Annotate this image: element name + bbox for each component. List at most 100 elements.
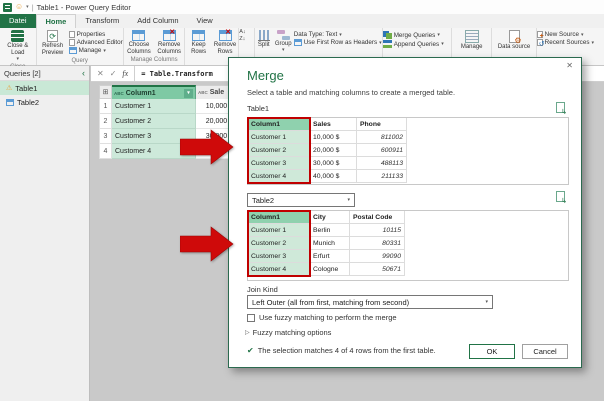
tab-view[interactable]: View bbox=[188, 14, 222, 28]
row-number: 1 bbox=[99, 99, 112, 114]
remove-rows-button[interactable]: Remove Rows bbox=[212, 29, 238, 56]
recent-sources-icon bbox=[536, 39, 545, 48]
table1-column-header[interactable]: Phone bbox=[357, 118, 407, 131]
ribbon-tab-bar: Datei Home Transform Add Column View bbox=[0, 14, 604, 28]
table1-cell[interactable]: 811002 bbox=[357, 131, 407, 144]
remove-rows-label: Remove Rows bbox=[213, 42, 237, 55]
table2-cell[interactable]: 99090 bbox=[350, 250, 405, 263]
close-and-load-button[interactable]: Close & Load ▾ bbox=[0, 29, 36, 63]
group-by-button[interactable]: Group ▾ bbox=[273, 29, 294, 54]
table-row[interactable]: 1 Customer 1 10,000 $ bbox=[99, 99, 236, 114]
new-source-label: New Source bbox=[544, 31, 579, 38]
table2-column-header[interactable]: City bbox=[310, 211, 350, 224]
sort-ascending-button[interactable]: A↓ bbox=[239, 29, 245, 36]
remove-columns-button[interactable]: Remove Columns bbox=[154, 29, 184, 56]
tab-add-column[interactable]: Add Column bbox=[128, 14, 187, 28]
tab-transform[interactable]: Transform bbox=[76, 14, 128, 28]
append-queries-button[interactable]: Append Queries ▾ bbox=[382, 40, 444, 48]
tab-home[interactable]: Home bbox=[35, 14, 77, 28]
manage-parameters-button[interactable]: Manage bbox=[452, 29, 491, 51]
table2-cell[interactable]: 50671 bbox=[350, 263, 405, 276]
properties-icon bbox=[68, 31, 75, 38]
data-preview-icon[interactable] bbox=[556, 102, 567, 116]
table1-cell[interactable]: Customer 3 bbox=[248, 157, 310, 170]
table2-cell[interactable]: Customer 1 bbox=[248, 224, 310, 237]
table2-cell[interactable]: Customer 3 bbox=[248, 250, 310, 263]
table1-column-header[interactable]: Sales bbox=[310, 118, 357, 131]
table2-cell[interactable]: Cologne bbox=[310, 263, 350, 276]
text-type-icon: ABC bbox=[198, 90, 208, 95]
table2-cell[interactable]: Munich bbox=[310, 237, 350, 250]
cell-customer[interactable]: Customer 2 bbox=[112, 114, 196, 129]
join-kind-select[interactable]: Left Outer (all from first, matching fro… bbox=[247, 295, 493, 309]
table1-cell[interactable]: 488113 bbox=[357, 157, 407, 170]
table1-cell[interactable]: 211133 bbox=[357, 170, 407, 183]
table1-cell[interactable]: 30,000 $ bbox=[310, 157, 357, 170]
table2-cell[interactable]: Erfurt bbox=[310, 250, 350, 263]
table1-cell[interactable]: 40,000 $ bbox=[310, 170, 357, 183]
sidebar-item-table1[interactable]: ⚠ Table1 bbox=[0, 81, 89, 95]
append-queries-icon bbox=[382, 40, 392, 48]
keep-rows-button[interactable]: Keep Rows bbox=[185, 29, 211, 56]
recent-sources-button[interactable]: Recent Sources ▾ bbox=[536, 39, 594, 48]
join-kind-value: Left Outer (all from first, matching fro… bbox=[252, 297, 410, 307]
advanced-editor-button[interactable]: Advanced Editor bbox=[68, 39, 123, 46]
table2-cell[interactable]: 80331 bbox=[350, 237, 405, 250]
data-source-settings-button[interactable]: Data source bbox=[492, 29, 535, 51]
fuzzy-matching-checkbox[interactable] bbox=[247, 313, 255, 322]
filter-dropdown-icon[interactable]: ▾ bbox=[184, 88, 193, 98]
table-icon bbox=[6, 98, 14, 106]
formula-fx-button[interactable]: fx bbox=[122, 69, 128, 78]
cancel-button[interactable]: Cancel bbox=[522, 344, 568, 359]
split-column-icon bbox=[257, 30, 270, 41]
quick-access-dropdown-icon[interactable]: ▾ bbox=[26, 4, 29, 10]
table1-cell[interactable]: 10,000 $ bbox=[310, 131, 357, 144]
table1-cell[interactable]: Customer 4 bbox=[248, 170, 310, 183]
table2-cell[interactable]: Customer 4 bbox=[248, 263, 310, 276]
table2-cell[interactable]: Berlin bbox=[310, 224, 350, 237]
use-first-row-as-headers-button[interactable]: Use First Row as Headers ▾ bbox=[293, 39, 382, 46]
table1-cell[interactable]: Customer 1 bbox=[248, 131, 310, 144]
data-preview-icon[interactable] bbox=[556, 191, 567, 205]
queries-panel-header: Queries [2] bbox=[4, 68, 41, 78]
new-source-button[interactable]: New Source ▾ bbox=[536, 31, 594, 40]
table2-cell[interactable]: 10115 bbox=[350, 224, 405, 237]
sort-descending-button[interactable]: Z↓ bbox=[239, 36, 245, 43]
table1-cell[interactable]: 600911 bbox=[357, 144, 407, 157]
table-row[interactable]: 2 Customer 2 20,000 $ bbox=[99, 114, 236, 129]
choose-columns-button[interactable]: Choose Columns bbox=[124, 29, 154, 56]
table2-column-header[interactable]: Postal Code bbox=[350, 211, 405, 224]
fuzzy-matching-checkbox-row[interactable]: Use fuzzy matching to perform the merge bbox=[247, 313, 397, 322]
collapse-pane-icon[interactable]: ‹ bbox=[82, 68, 85, 78]
manage-button[interactable]: Manage ▾ bbox=[68, 47, 123, 54]
data-type-button[interactable]: Data Type: Text ▾ bbox=[294, 31, 382, 38]
preview-column1-header[interactable]: ABC Column1 ▾ bbox=[112, 85, 196, 99]
chevron-down-icon: ▾ bbox=[485, 299, 488, 305]
merge-queries-button[interactable]: Merge Queries ▾ bbox=[382, 31, 444, 39]
fuzzy-options-label: Fuzzy matching options bbox=[252, 328, 332, 337]
formula-input[interactable]: = Table.Transform bbox=[135, 70, 213, 78]
cell-customer[interactable]: Customer 1 bbox=[112, 99, 196, 114]
queries-panel: Queries [2] ‹ ⚠ Table1 Table2 bbox=[0, 66, 90, 401]
match-status-text: The selection matches 4 of 4 rows from t… bbox=[257, 346, 436, 355]
table1-key-column-header[interactable]: Column1 bbox=[248, 118, 310, 131]
table2-key-column-header[interactable]: Column1 bbox=[248, 211, 310, 224]
close-icon[interactable]: ✕ bbox=[566, 61, 573, 70]
ok-button[interactable]: OK bbox=[469, 344, 515, 359]
feedback-smiley-icon[interactable]: ☺ bbox=[15, 3, 23, 11]
split-column-button[interactable]: Split bbox=[255, 29, 273, 49]
table2-select[interactable]: Table2 ▾ bbox=[247, 193, 355, 207]
select-all-corner[interactable]: ⊞ bbox=[99, 85, 112, 99]
sidebar-item-table2[interactable]: Table2 bbox=[0, 95, 89, 109]
properties-button[interactable]: Properties bbox=[68, 31, 123, 38]
table1-cell[interactable]: 20,000 $ bbox=[310, 144, 357, 157]
fuzzy-options-expander[interactable]: ▷ Fuzzy matching options bbox=[245, 328, 331, 337]
formula-accept-button[interactable]: ✓ bbox=[110, 69, 117, 78]
refresh-preview-button[interactable]: ⟳ Refresh Preview bbox=[37, 29, 69, 57]
formula-cancel-button[interactable]: ✕ bbox=[97, 69, 104, 78]
table2-cell[interactable]: Customer 2 bbox=[248, 237, 310, 250]
tab-file[interactable]: Datei bbox=[0, 14, 36, 28]
keep-rows-label: Keep Rows bbox=[191, 42, 207, 55]
row-number: 4 bbox=[99, 144, 112, 159]
table1-cell[interactable]: Customer 2 bbox=[248, 144, 310, 157]
